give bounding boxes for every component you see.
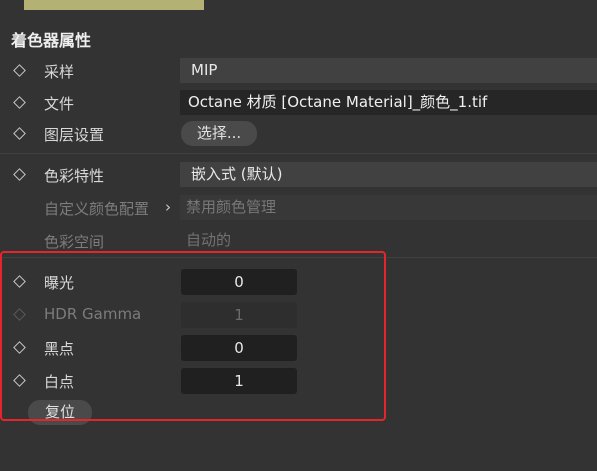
row-layer-settings: 图层设置 选择... xyxy=(0,121,597,147)
select-layer-button[interactable]: 选择... xyxy=(181,121,257,146)
layer-settings-label: 图层设置 xyxy=(44,126,105,144)
custom-color-config-dropdown[interactable]: 禁用颜色管理 xyxy=(180,195,597,220)
sampling-dropdown[interactable]: MIP xyxy=(180,58,597,83)
highlight-box xyxy=(0,251,386,421)
keyframe-diamond-icon[interactable] xyxy=(13,96,26,109)
divider xyxy=(0,153,597,154)
row-custom-color-config: 自定义颜色配置 › 禁用颜色管理 xyxy=(0,195,597,221)
color-swatch-preview xyxy=(24,0,204,10)
color-profile-label: 色彩特性 xyxy=(44,167,105,185)
row-file: 文件 Octane 材质 [Octane Material]_颜色_1.tif xyxy=(0,90,597,116)
sampling-label: 采样 xyxy=(44,63,75,81)
color-profile-dropdown[interactable]: 嵌入式 (默认) xyxy=(180,162,597,187)
section-title: 着色器属性 xyxy=(11,31,92,50)
color-space-label: 色彩空间 xyxy=(44,233,105,251)
color-space-dropdown[interactable]: 自动的 xyxy=(180,228,597,253)
file-label: 文件 xyxy=(44,95,75,113)
row-color-profile: 色彩特性 嵌入式 (默认) xyxy=(0,162,597,188)
row-sampling: 采样 MIP xyxy=(0,58,597,84)
custom-color-config-label: 自定义颜色配置 xyxy=(44,200,150,218)
chevron-right-icon[interactable]: › xyxy=(165,198,171,216)
keyframe-diamond-icon[interactable] xyxy=(13,64,26,77)
keyframe-diamond-icon[interactable] xyxy=(13,127,26,140)
file-path-field[interactable]: Octane 材质 [Octane Material]_颜色_1.tif xyxy=(180,90,597,115)
keyframe-diamond-icon[interactable] xyxy=(13,168,26,181)
